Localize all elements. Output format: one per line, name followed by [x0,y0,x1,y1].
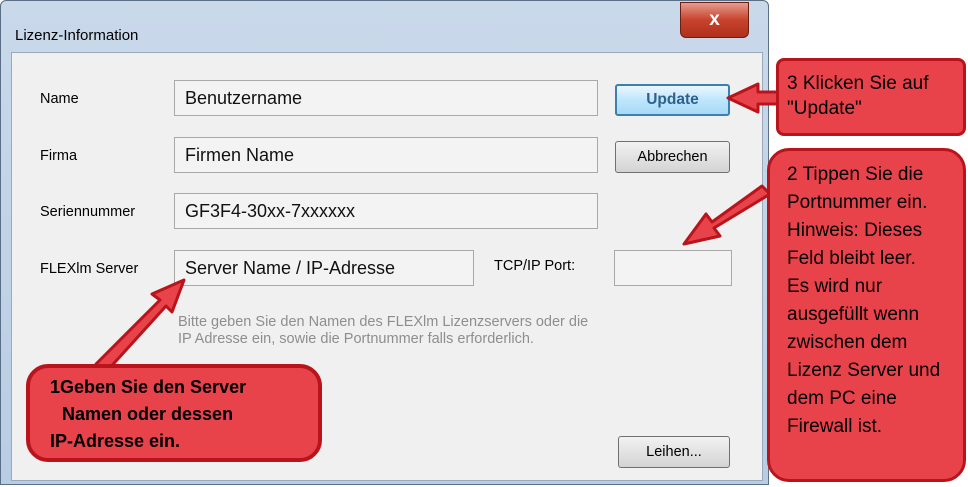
arrow-to-update [726,82,782,114]
step3-line-1: 3 Klicken Sie auf [787,73,929,94]
step2-line: Firewall ist. [787,416,883,437]
step1-line-2: Namen oder dessen [62,404,234,424]
annotation-step-2: 2 Tippen Sie die Portnummer ein. Hinweis… [767,148,966,482]
step2-line: Hinweis: Dieses [787,220,923,241]
arrow-to-server [94,278,186,374]
step1-line-3: IP-Adresse ein. [50,431,181,451]
step1-line-1: 1Geben Sie den Server [50,377,247,397]
step2-line: Portnummer ein. [787,192,928,213]
step2-line: Feld bleibt leer. [787,248,916,269]
step2-line: Es wird nur [787,276,883,297]
annotation-step-1: 1Geben Sie den Server Namen oder dessen … [26,364,322,462]
annotation-step-3: 3 Klicken Sie auf "Update" [776,58,966,136]
step2-line: 2 Tippen Sie die [787,164,924,185]
step2-line: dem PC eine [787,388,897,409]
step2-line: Lizenz Server und [787,360,941,381]
arrow-to-port [682,184,772,246]
step2-line: ausgefüllt wenn [787,304,920,325]
step3-line-2: "Update" [787,98,862,119]
step2-line: zwischen dem [787,332,908,353]
